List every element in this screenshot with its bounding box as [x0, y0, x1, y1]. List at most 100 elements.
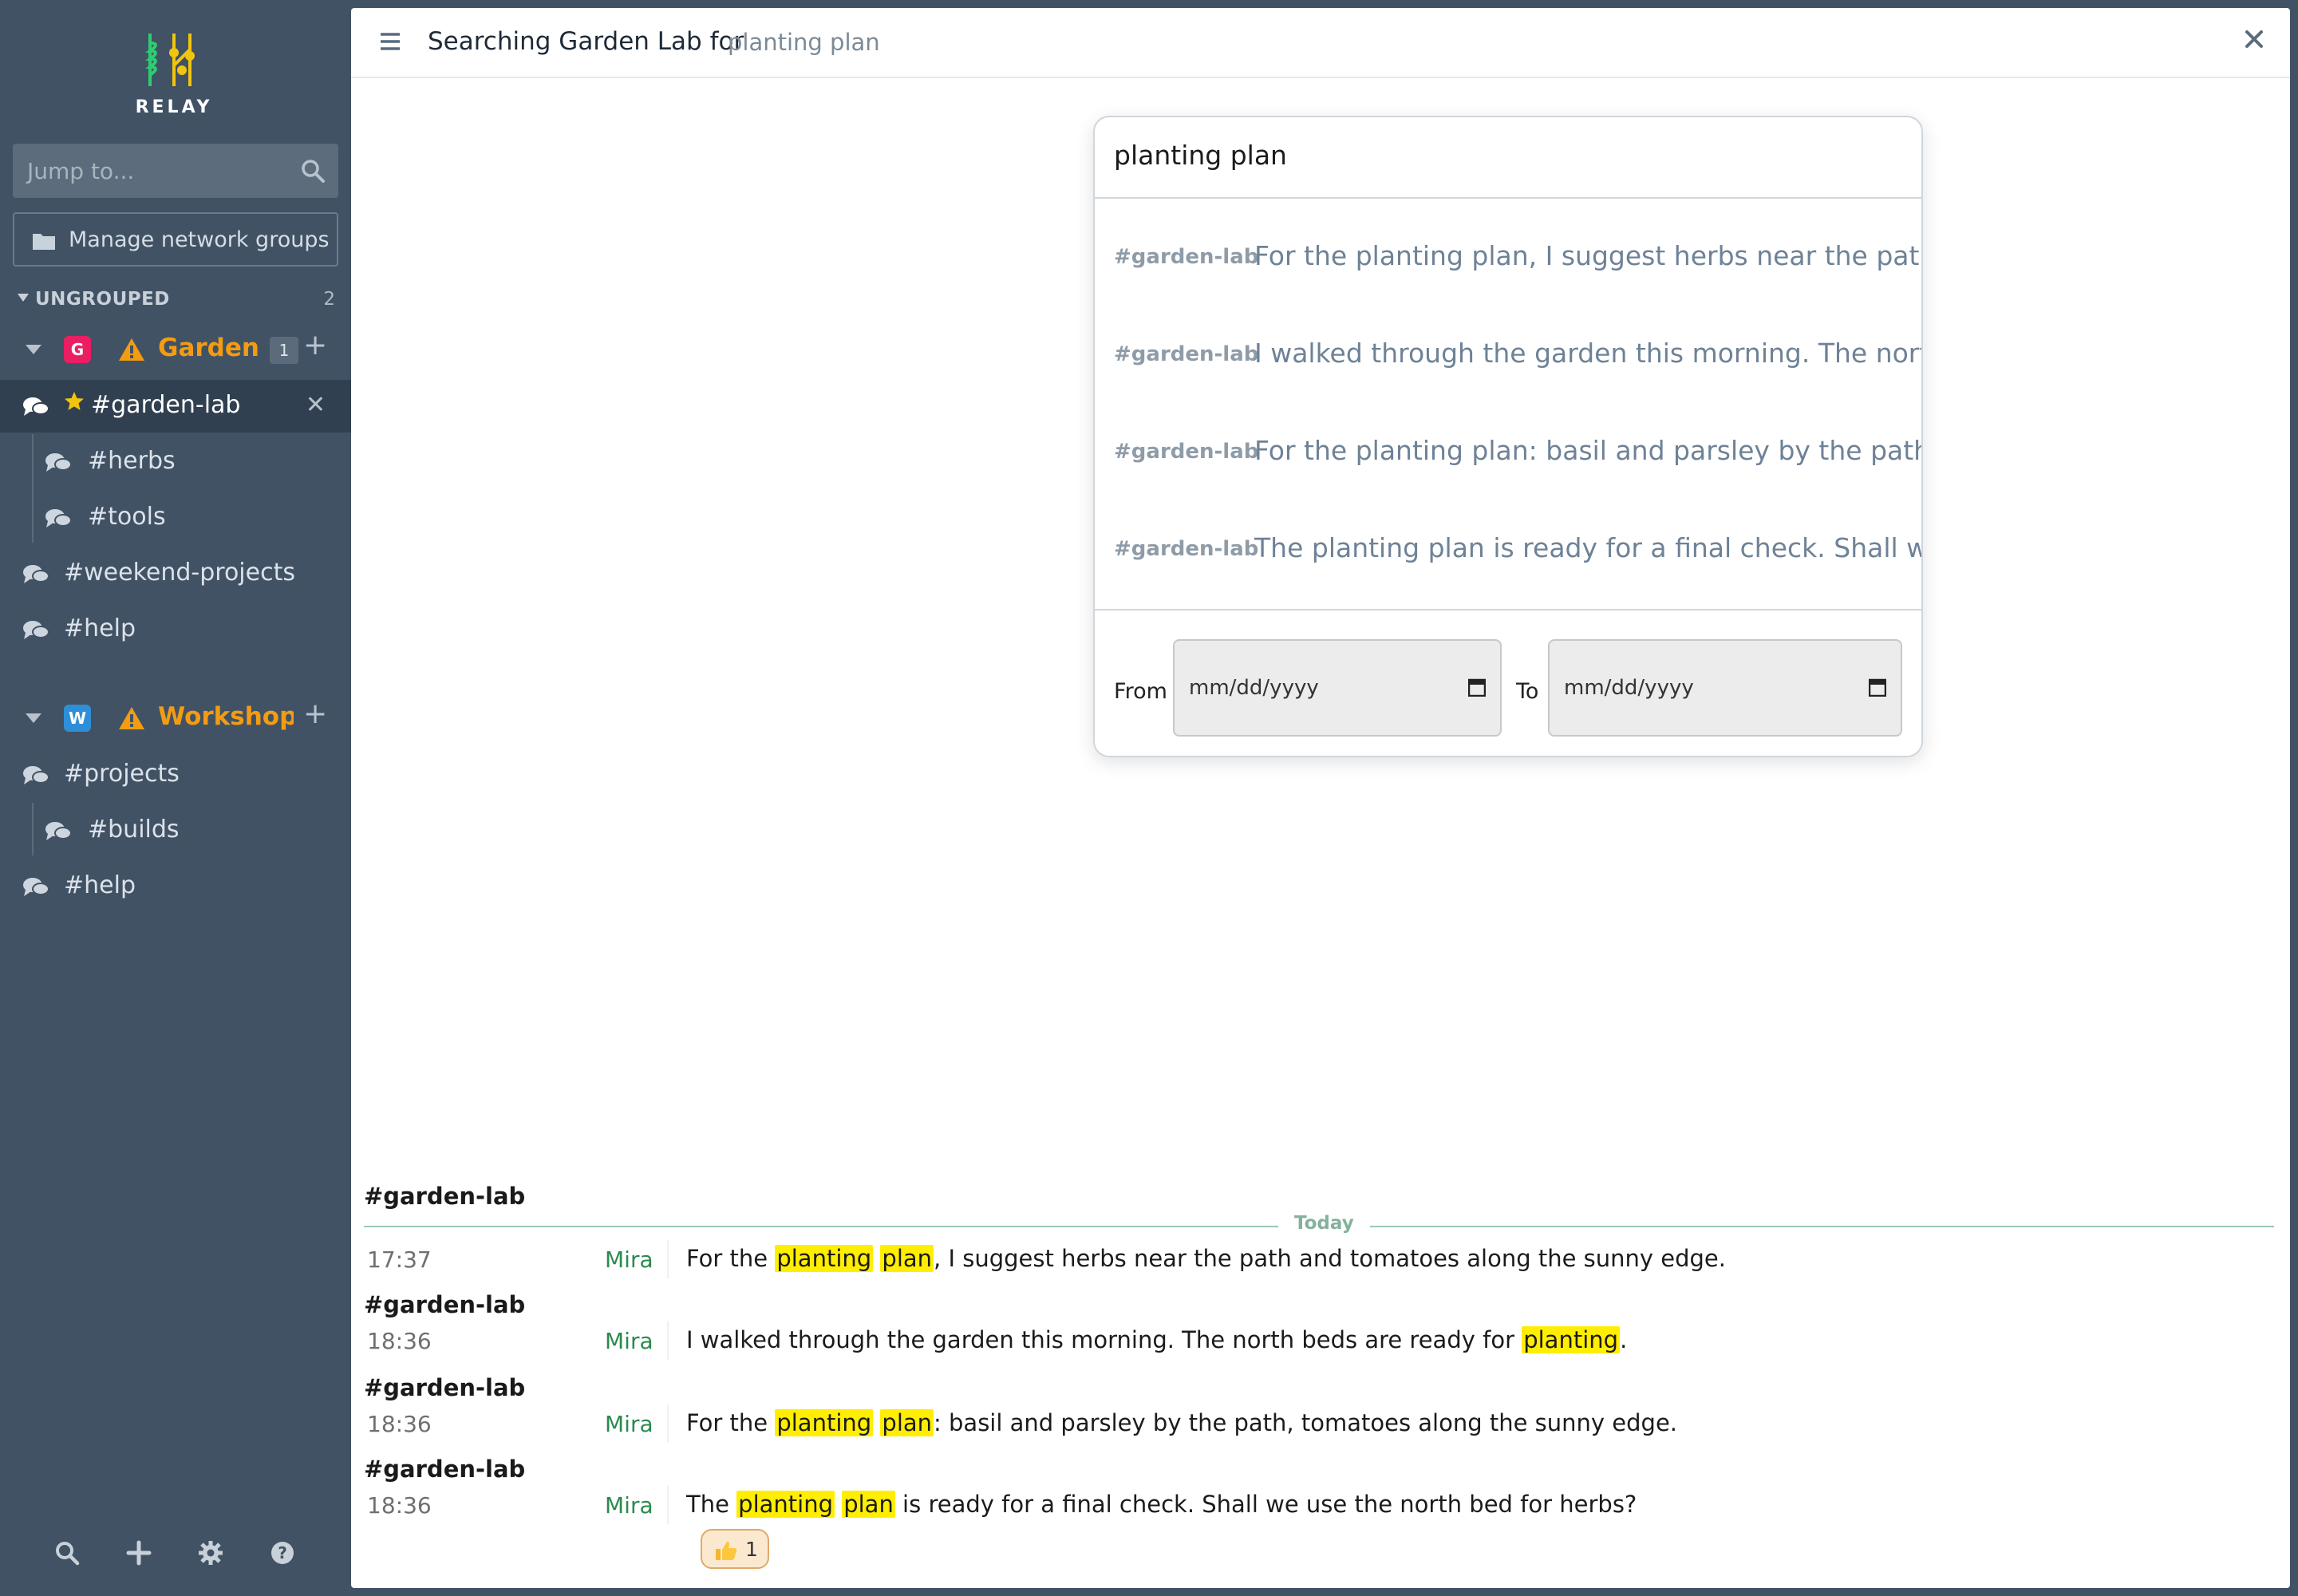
search-highlight: planting — [775, 1245, 874, 1272]
chat-bubbles-icon — [23, 878, 49, 896]
reaction-count: 1 — [745, 1538, 758, 1561]
chat-bubbles-icon — [45, 453, 72, 472]
text-part — [835, 1491, 842, 1518]
message-separator — [667, 1486, 669, 1524]
date-placeholder: mm/dd/yyyy — [1564, 676, 1694, 700]
sidebar-footer: ? — [0, 1529, 351, 1577]
to-label: To — [1516, 679, 1539, 704]
network-name: Garden Lab — [158, 334, 260, 362]
message-time[interactable]: 18:36 — [367, 1328, 432, 1354]
folder-icon — [33, 234, 55, 250]
channel-projects[interactable]: #projects — [0, 749, 351, 801]
message-text: For the planting plan, I suggest herbs n… — [686, 1245, 1726, 1272]
add-channel-plus-icon[interactable]: + — [303, 329, 327, 361]
channel-weekend-projects[interactable]: #weekend-projects — [0, 547, 351, 600]
text-part: I walked through the garden this morning… — [686, 1326, 1522, 1353]
gear-icon[interactable] — [198, 1540, 223, 1566]
result-text: The planting plan is ready for a final c… — [1254, 532, 1921, 563]
caret-down-icon — [18, 294, 29, 302]
chat-bubbles-icon — [23, 766, 49, 784]
chat-bubbles-icon — [23, 621, 49, 639]
message-text: For the planting plan: basil and parsley… — [686, 1409, 1677, 1436]
day-divider-label: Today — [1278, 1213, 1370, 1234]
network-name: Workshop — [158, 702, 294, 731]
text-part: , I suggest herbs near the path and toma… — [934, 1245, 1726, 1272]
manage-network-groups-button[interactable]: Manage network groups — [13, 212, 338, 267]
search-input[interactable]: planting plan — [1095, 117, 1921, 199]
thumbs-up-icon — [716, 1541, 737, 1560]
message-author[interactable]: Mira — [605, 1328, 653, 1354]
sidebar: RELAY Jump to... Manage network groups U… — [0, 0, 351, 1596]
unread-badge: 1 — [270, 337, 298, 364]
channel-help-workshop[interactable]: #help — [0, 860, 351, 913]
plus-icon[interactable] — [126, 1540, 152, 1566]
search-result[interactable]: #garden-lab For the planting plan: basil… — [1095, 403, 1921, 500]
jump-placeholder: Jump to... — [27, 158, 135, 184]
search-highlight: plan — [880, 1245, 934, 1272]
chat-bubbles-icon — [23, 397, 49, 416]
message-separator — [667, 1404, 669, 1443]
message-channel-heading[interactable]: #garden-lab — [364, 1456, 525, 1483]
hamburger-menu-icon[interactable] — [380, 32, 401, 51]
add-channel-plus-icon[interactable]: + — [303, 697, 327, 730]
main-panel: Searching Garden Lab for planting plan p… — [351, 8, 2290, 1588]
caret-down-icon[interactable] — [26, 345, 41, 356]
caret-down-icon[interactable] — [26, 713, 41, 725]
from-date-input[interactable]: mm/dd/yyyy — [1173, 639, 1502, 737]
search-title: Searching Garden Lab for — [428, 27, 744, 56]
search-result[interactable]: #garden-lab For the planting plan, I sug… — [1095, 208, 1921, 306]
channel-label: #projects — [64, 760, 180, 788]
ungrouped-label: UNGROUPED — [35, 289, 170, 310]
network-garden-lab[interactable]: G Garden Lab 1 + — [0, 326, 351, 373]
close-icon[interactable] — [2244, 29, 2264, 49]
channel-label: #builds — [88, 816, 180, 843]
calendar-icon[interactable] — [1468, 678, 1486, 697]
message-time[interactable]: 18:36 — [367, 1411, 432, 1437]
ungrouped-section-header[interactable]: UNGROUPED 2 — [18, 287, 335, 314]
message-row: 18:36 Mira For the planting plan: basil … — [351, 1400, 2290, 1448]
manage-network-groups-label: Manage network groups — [69, 227, 330, 252]
message-author[interactable]: Mira — [605, 1492, 653, 1519]
channel-help[interactable]: #help — [0, 603, 351, 656]
star-icon — [65, 392, 84, 410]
chat-bubbles-icon — [23, 565, 49, 583]
channel-builds[interactable]: #builds — [0, 804, 351, 857]
warning-icon — [119, 338, 144, 361]
search-result[interactable]: #garden-lab The planting plan is ready f… — [1095, 500, 1921, 598]
message-time[interactable]: 17:37 — [367, 1246, 432, 1273]
network-workshop[interactable]: W Workshop + — [0, 694, 351, 742]
svg-text:?: ? — [278, 1543, 287, 1562]
date-placeholder: mm/dd/yyyy — [1189, 676, 1319, 700]
text-part: For the — [686, 1409, 776, 1436]
message-channel-heading[interactable]: #garden-lab — [364, 1374, 525, 1401]
to-date-input[interactable]: mm/dd/yyyy — [1548, 639, 1902, 737]
result-channel: #garden-lab — [1114, 537, 1259, 561]
header: Searching Garden Lab for planting plan — [351, 8, 2290, 78]
message-text: I walked through the garden this morning… — [686, 1326, 1627, 1353]
result-channel: #garden-lab — [1114, 245, 1259, 269]
jump-to-input[interactable]: Jump to... — [13, 144, 338, 198]
message-author[interactable]: Mira — [605, 1411, 653, 1437]
message-time[interactable]: 18:36 — [367, 1492, 432, 1519]
relay-logo-icon — [145, 34, 195, 86]
search-icon[interactable] — [54, 1540, 80, 1566]
reaction-button[interactable]: 1 — [701, 1529, 769, 1569]
search-query: planting plan — [1114, 140, 1287, 171]
close-channel-icon[interactable]: ✕ — [306, 391, 326, 419]
channel-tools[interactable]: #tools — [0, 492, 351, 544]
channel-label: #help — [64, 871, 136, 899]
search-highlight: planting — [1522, 1326, 1621, 1353]
search-result[interactable]: #garden-lab I walked through the garden … — [1095, 306, 1921, 403]
message-channel-heading[interactable]: #garden-lab — [364, 1183, 525, 1210]
channel-label: #help — [64, 614, 136, 642]
calendar-icon[interactable] — [1869, 678, 1886, 697]
result-channel: #garden-lab — [1114, 440, 1259, 464]
message-separator — [667, 1240, 669, 1278]
message-author[interactable]: Mira — [605, 1246, 653, 1273]
text-part: For the — [686, 1245, 776, 1272]
message-channel-heading[interactable]: #garden-lab — [364, 1291, 525, 1318]
channel-herbs[interactable]: #herbs — [0, 436, 351, 488]
app-logo: RELAY — [132, 29, 215, 117]
channel-garden-lab[interactable]: #garden-lab ✕ — [0, 380, 351, 433]
help-icon[interactable]: ? — [270, 1540, 295, 1566]
